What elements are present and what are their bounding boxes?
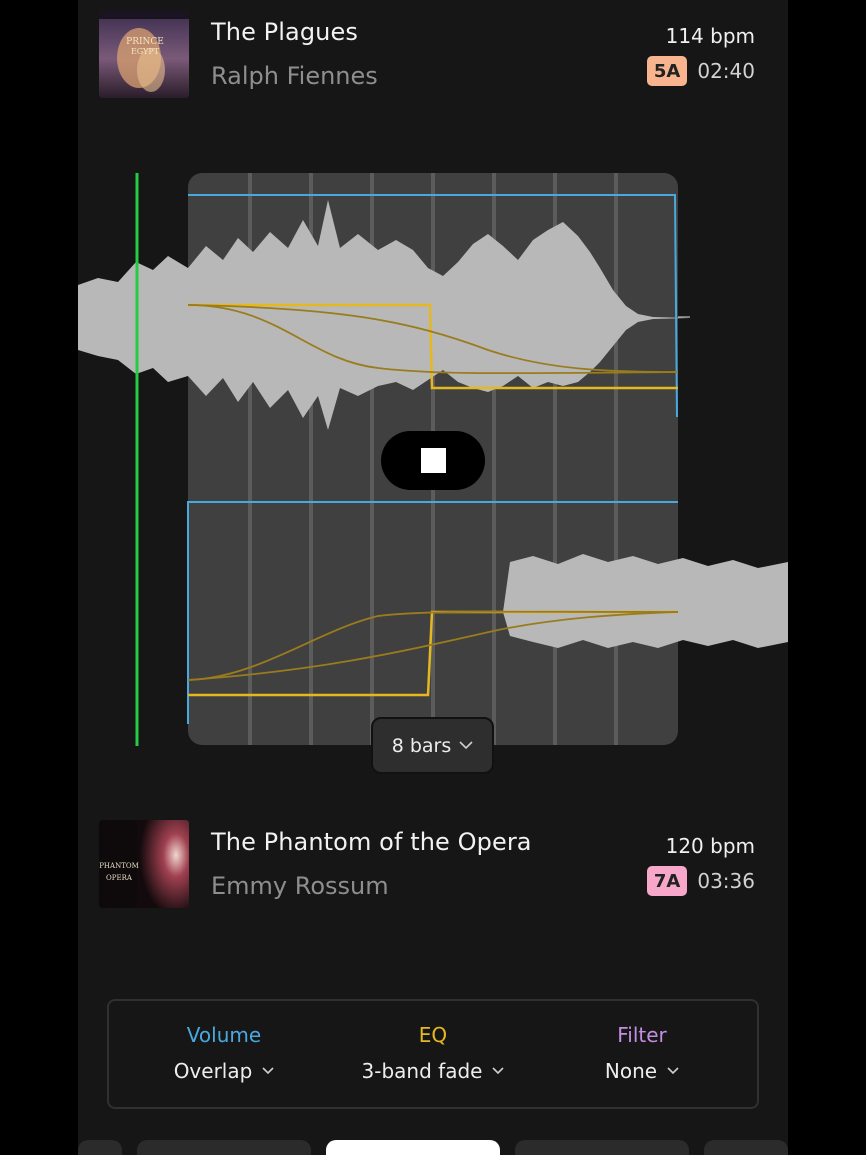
stop-icon <box>420 448 446 473</box>
track-from-row[interactable]: PRINCE EGYPT The Plagues Ralph Fiennes 1… <box>78 10 788 110</box>
track-to-bpm: 120 bpm <box>665 834 755 858</box>
tab-item-active[interactable] <box>326 1140 500 1155</box>
tab-item[interactable] <box>704 1140 788 1155</box>
filter-label: Filter <box>617 1023 667 1047</box>
eq-label: EQ <box>418 1023 448 1047</box>
eq-control[interactable]: EQ 3-band fade <box>333 1023 533 1083</box>
tab-item[interactable] <box>137 1140 311 1155</box>
track-to-duration: 03:36 <box>697 869 755 893</box>
chevron-down-icon <box>459 741 473 750</box>
tab-item[interactable] <box>78 1140 122 1155</box>
svg-text:EGYPT: EGYPT <box>131 47 160 56</box>
track-from-key-badge: 5A <box>646 56 688 86</box>
volume-value: Overlap <box>173 1059 253 1083</box>
stop-button[interactable] <box>381 431 485 490</box>
track-to-meta: 7A 03:36 <box>646 866 755 896</box>
bars-length-label: 8 bars <box>391 734 452 757</box>
track-from-artist: Ralph Fiennes <box>211 62 378 90</box>
svg-text:PRINCE: PRINCE <box>126 37 164 47</box>
eq-value: 3-band fade <box>361 1059 483 1083</box>
track-from-title: The Plagues <box>211 18 358 46</box>
track-from-duration: 02:40 <box>697 59 755 83</box>
transition-editor: PRINCE EGYPT The Plagues Ralph Fiennes 1… <box>78 0 788 1155</box>
album-art-to: PHANTOM OPERA <box>99 820 189 908</box>
filter-value: None <box>604 1059 658 1083</box>
transition-controls-panel: Volume Overlap EQ 3-band fade Filter Non… <box>107 999 759 1109</box>
track-from-bpm: 114 bpm <box>665 24 755 48</box>
track-to-key-badge: 7A <box>646 866 688 896</box>
track-to-waveform <box>503 554 788 648</box>
track-to-row[interactable]: PHANTOM OPERA The Phantom of the Opera E… <box>78 820 788 920</box>
volume-dropdown[interactable]: Overlap <box>124 1059 324 1083</box>
bars-length-dropdown[interactable]: 8 bars <box>371 717 494 774</box>
filter-control[interactable]: Filter None <box>542 1023 742 1083</box>
eq-dropdown[interactable]: 3-band fade <box>333 1059 533 1083</box>
volume-control[interactable]: Volume Overlap <box>124 1023 324 1083</box>
chevron-down-icon <box>667 1067 679 1075</box>
svg-text:PHANTOM: PHANTOM <box>99 862 139 870</box>
chevron-down-icon <box>262 1067 274 1075</box>
track-from-meta: 5A 02:40 <box>646 56 755 86</box>
track-to-title: The Phantom of the Opera <box>211 828 532 856</box>
bottom-tab-strip <box>78 1140 788 1155</box>
volume-label: Volume <box>186 1023 262 1047</box>
tab-item[interactable] <box>515 1140 689 1155</box>
chevron-down-icon <box>492 1067 505 1075</box>
track-to-artist: Emmy Rossum <box>211 872 389 900</box>
filter-dropdown[interactable]: None <box>542 1059 742 1083</box>
album-art-from: PRINCE EGYPT <box>99 10 189 98</box>
svg-text:OPERA: OPERA <box>106 874 133 882</box>
